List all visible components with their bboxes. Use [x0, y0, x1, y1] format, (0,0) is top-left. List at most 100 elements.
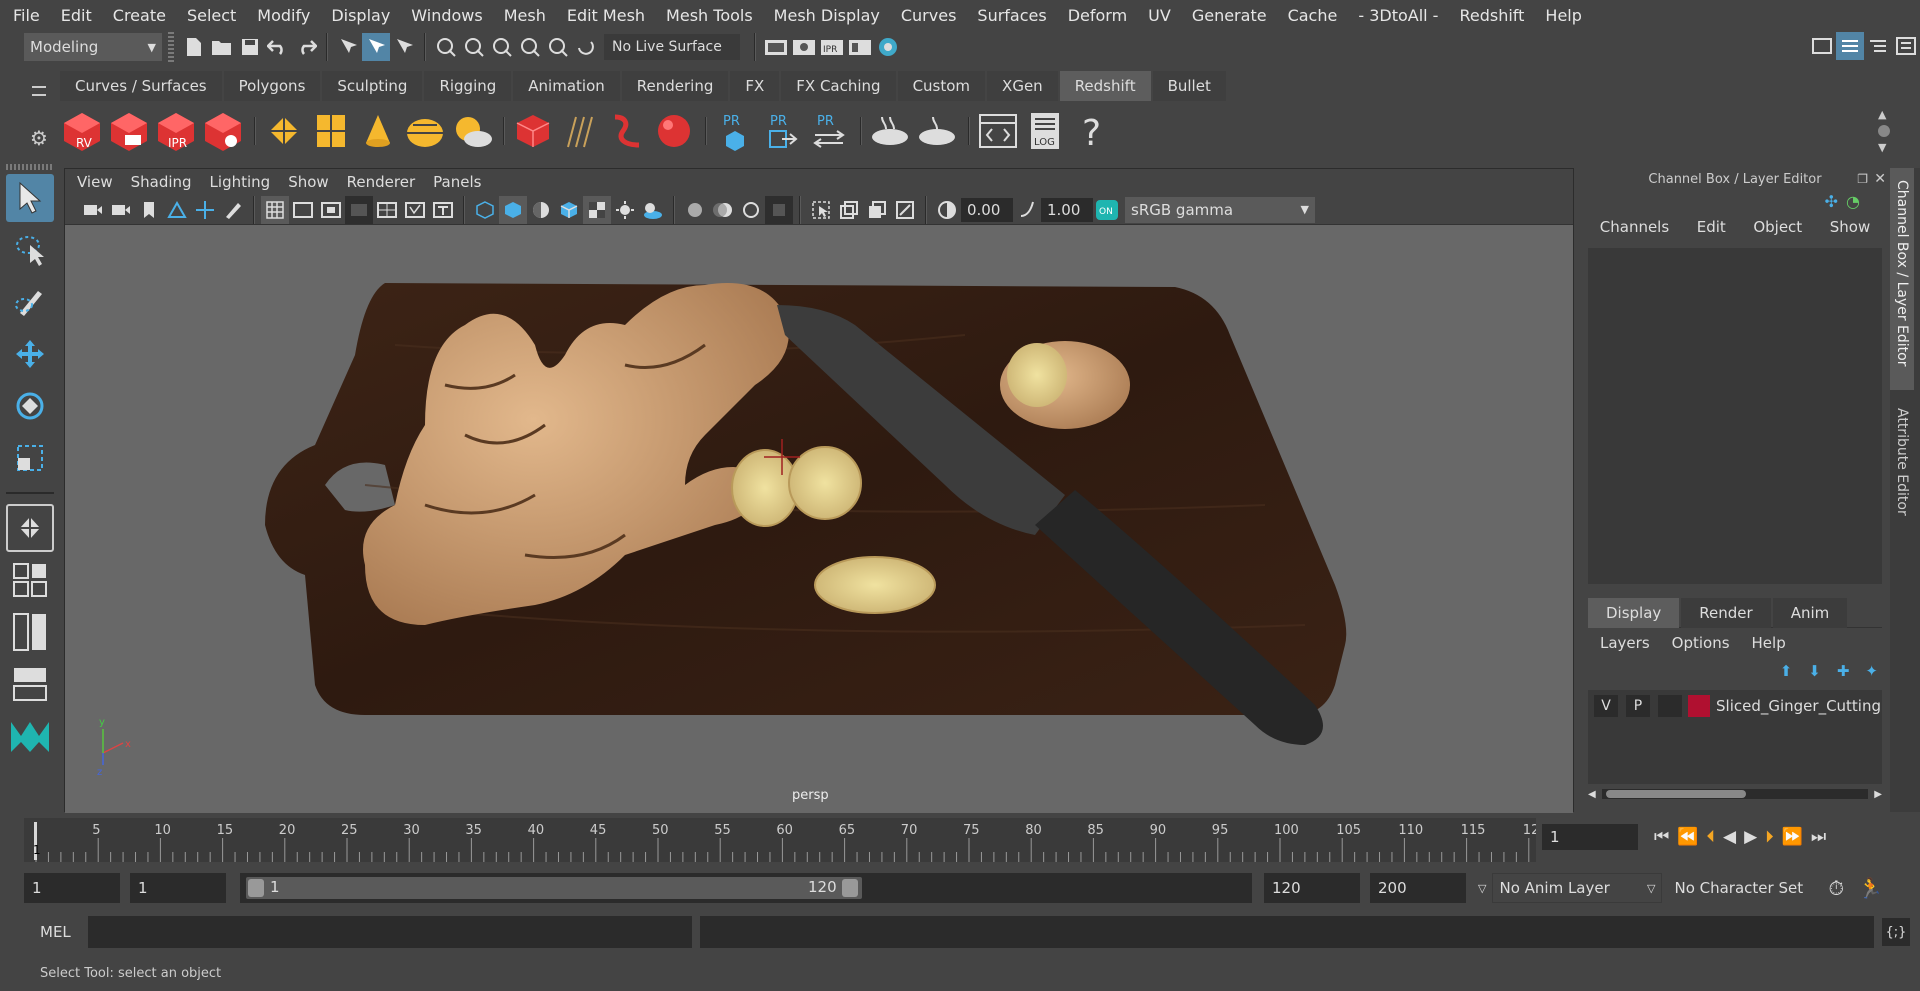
rs-dome-light-icon[interactable]: [403, 107, 447, 155]
tab-rigging[interactable]: Rigging: [424, 71, 512, 101]
xray-active-icon[interactable]: [863, 196, 891, 224]
side-tab-channel-box[interactable]: Channel Box / Layer Editor: [1890, 168, 1914, 390]
tab-display[interactable]: Display: [1588, 597, 1680, 628]
anim-layer-dropdown[interactable]: No Anim Layer ▽: [1492, 873, 1663, 903]
new-layer-selected-icon[interactable]: ✦: [1865, 662, 1878, 680]
menu-select[interactable]: Select: [187, 6, 236, 25]
rs-curve-icon[interactable]: [605, 107, 649, 155]
paint-select-tool-icon[interactable]: [6, 278, 54, 326]
camera-attributes-icon[interactable]: [107, 196, 135, 224]
color-space-dropdown[interactable]: sRGB gamma ▼: [1125, 196, 1315, 223]
shelf-scroll[interactable]: ▲ ▼: [1878, 108, 1890, 154]
layer-hscroll-thumb[interactable]: [1605, 790, 1746, 798]
shelf-scroll-up-icon[interactable]: ▲: [1878, 108, 1890, 121]
safe-action-icon[interactable]: [401, 196, 429, 224]
tab-curves-surfaces[interactable]: Curves / Surfaces: [60, 71, 222, 101]
playback-end-field[interactable]: 120: [1264, 873, 1360, 903]
channel-menu-edit[interactable]: Edit: [1697, 218, 1726, 236]
select-component-icon[interactable]: [390, 33, 418, 61]
layer-menu-options[interactable]: Options: [1672, 634, 1730, 652]
tab-bullet[interactable]: Bullet: [1152, 71, 1226, 101]
bookmark-icon[interactable]: [135, 196, 163, 224]
channel-menu-object[interactable]: Object: [1753, 218, 1802, 236]
layout-icon[interactable]: [1836, 32, 1864, 60]
redshift-settings-icon[interactable]: [201, 107, 245, 155]
layer-playback-toggle[interactable]: P: [1626, 695, 1650, 717]
viewport-menu-renderer[interactable]: Renderer: [347, 173, 415, 191]
ipr-render-icon[interactable]: IPR: [818, 33, 846, 61]
2d-pan-zoom-icon[interactable]: [191, 196, 219, 224]
menu-modify[interactable]: Modify: [257, 6, 310, 25]
play-forward-icon[interactable]: ▶: [1744, 827, 1757, 847]
layer-visibility-toggle[interactable]: V: [1594, 695, 1618, 717]
shelf-menu-icon[interactable]: [32, 86, 46, 96]
hypershade-icon[interactable]: [874, 33, 902, 61]
redshift-ipr-icon[interactable]: IPR: [154, 107, 198, 155]
snap-grid-icon[interactable]: [432, 33, 460, 61]
range-slider[interactable]: 1 120: [240, 873, 1252, 903]
tab-custom[interactable]: Custom: [897, 71, 986, 101]
smooth-shade-icon[interactable]: [499, 195, 527, 224]
play-backward-icon[interactable]: ◀: [1723, 827, 1736, 847]
rs-hair-icon[interactable]: [558, 107, 602, 155]
side-tab-attribute-editor[interactable]: Attribute Editor: [1890, 396, 1914, 536]
pr-export-icon[interactable]: PR: [760, 107, 804, 155]
live-surface-field[interactable]: No Live Surface: [604, 34, 740, 60]
grease-pencil-icon[interactable]: [219, 196, 247, 224]
menu-redshift[interactable]: Redshift: [1459, 6, 1524, 25]
tab-xgen[interactable]: XGen: [987, 71, 1058, 101]
playback-start-field[interactable]: 1: [130, 873, 226, 903]
redshift-render-view-icon[interactable]: RV: [60, 107, 104, 155]
rs-proxy-icon[interactable]: [511, 107, 555, 155]
close-icon[interactable]: ✕: [1874, 171, 1886, 187]
safe-title-icon[interactable]: [429, 196, 457, 224]
scroll-right-icon[interactable]: ▶: [1874, 789, 1882, 800]
lights-icon[interactable]: [611, 196, 639, 224]
shelf-gear-icon[interactable]: ⚙: [30, 126, 48, 150]
outliner-icon[interactable]: [1864, 32, 1892, 60]
wireframe-icon[interactable]: [471, 196, 499, 224]
tab-rendering[interactable]: Rendering: [621, 71, 729, 101]
menu-file[interactable]: File: [13, 6, 40, 25]
lasso-tool-icon[interactable]: [6, 226, 54, 274]
viewport-menu-show[interactable]: Show: [288, 173, 328, 191]
tab-sculpting[interactable]: Sculpting: [322, 71, 423, 101]
menu-display[interactable]: Display: [331, 6, 390, 25]
snap-view-icon[interactable]: [516, 33, 544, 61]
select-tool-icon[interactable]: [6, 174, 54, 222]
color-management-icon[interactable]: ON: [1093, 196, 1121, 224]
time-ruler[interactable]: 5 10 15 20 25 30 35 40 45 50 55 60 65 70 75 80 85 90 95 100…: [24, 818, 1539, 862]
viewport-menu-view[interactable]: View: [77, 173, 113, 191]
select-object-icon[interactable]: [362, 33, 390, 61]
float-panel-icon[interactable]: ❐: [1857, 172, 1868, 186]
menu-curves[interactable]: Curves: [901, 6, 957, 25]
layer-display-type[interactable]: [1658, 695, 1682, 717]
live-surface-icon[interactable]: [572, 33, 600, 61]
shadows-icon[interactable]: [639, 196, 667, 224]
outliner-layout-icon[interactable]: [6, 608, 54, 656]
render-settings-icon[interactable]: [762, 33, 790, 61]
rs-portal-light-icon[interactable]: [309, 107, 353, 155]
menu-3dtoall[interactable]: - 3DtoAll -: [1358, 6, 1438, 25]
menu-generate[interactable]: Generate: [1192, 6, 1267, 25]
menu-deform[interactable]: Deform: [1068, 6, 1127, 25]
rs-sun-sky-icon[interactable]: [450, 107, 494, 155]
screen-space-ao-icon[interactable]: [681, 196, 709, 224]
move-layer-down-icon[interactable]: ⬇: [1808, 662, 1821, 680]
textured-icon[interactable]: [583, 195, 611, 224]
menu-cache[interactable]: Cache: [1288, 6, 1338, 25]
script-editor-icon[interactable]: {;}: [1882, 918, 1910, 946]
pr-cube-icon[interactable]: PR: [713, 107, 757, 155]
open-scene-icon[interactable]: [208, 33, 236, 61]
graph-layout-icon[interactable]: [6, 660, 54, 708]
menu-help[interactable]: Help: [1545, 6, 1581, 25]
isolate-select-icon[interactable]: [807, 196, 835, 224]
mel-label[interactable]: MEL: [40, 923, 88, 941]
snap-surface-icon[interactable]: [544, 33, 572, 61]
scale-tool-icon[interactable]: [6, 434, 54, 482]
move-layer-up-icon[interactable]: ⬆: [1780, 662, 1793, 680]
viewport-menu-lighting[interactable]: Lighting: [210, 173, 271, 191]
rs-script-icon[interactable]: [976, 107, 1020, 155]
scroll-left-icon[interactable]: ◀: [1588, 789, 1596, 800]
redo-icon[interactable]: [292, 33, 320, 61]
